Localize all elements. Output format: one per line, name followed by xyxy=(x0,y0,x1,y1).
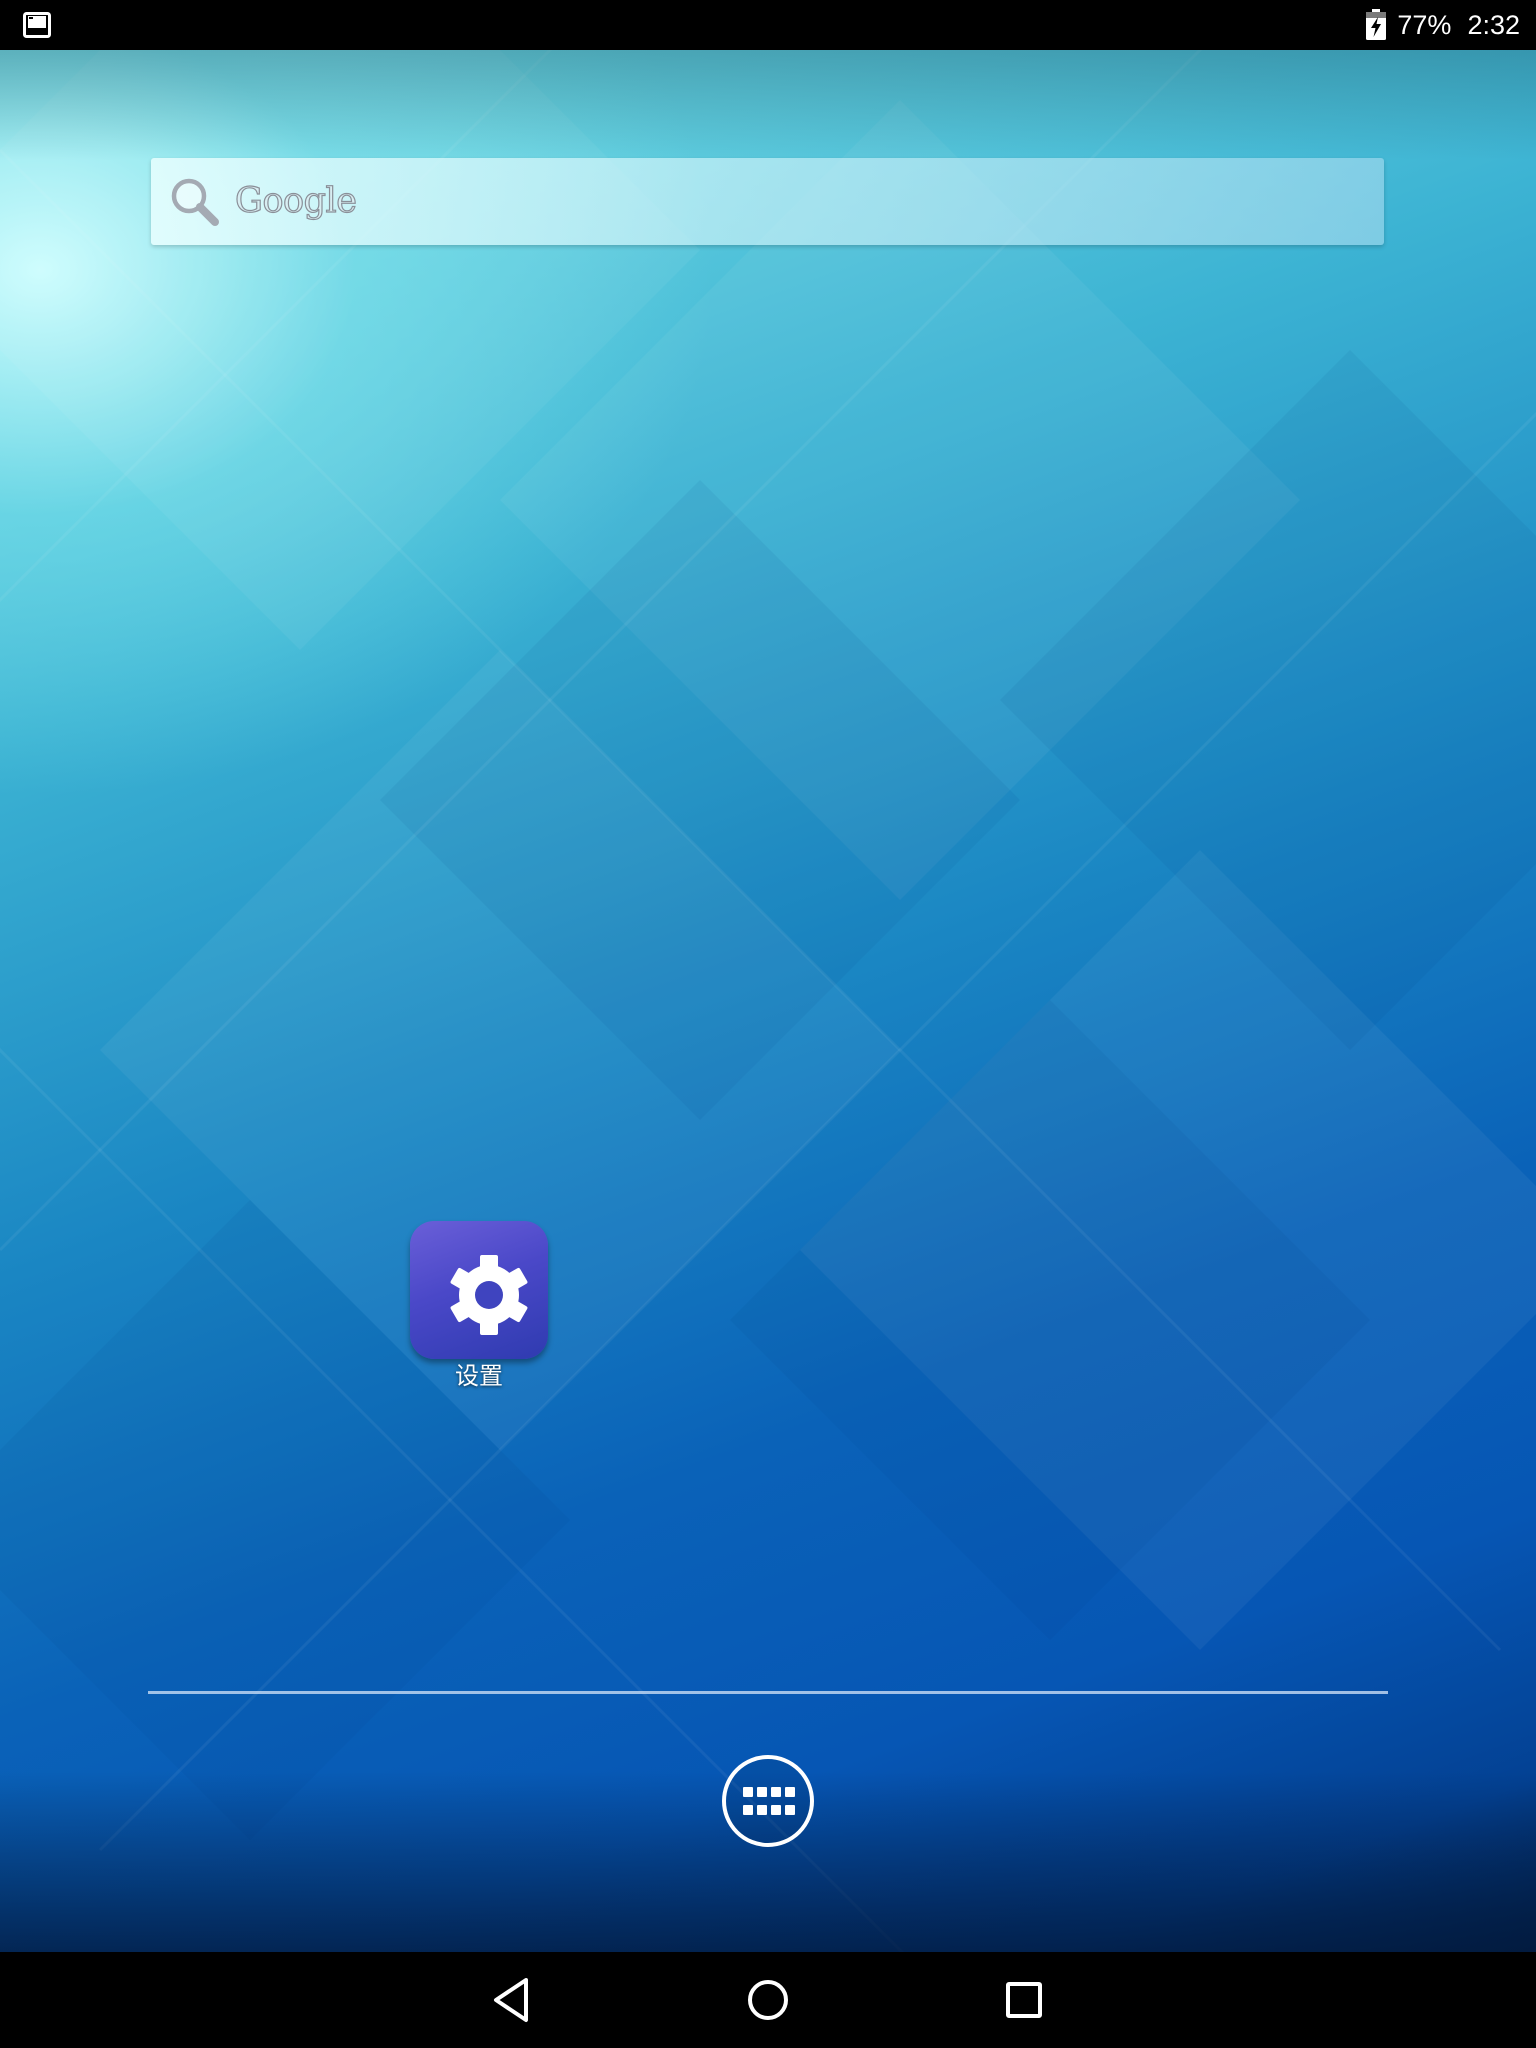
navigation-bar xyxy=(0,1952,1536,2048)
google-search-text: Google xyxy=(234,180,357,221)
status-bar: 77% 2:32 xyxy=(0,0,1536,50)
search-icon xyxy=(171,178,219,226)
back-icon[interactable] xyxy=(484,1972,540,2028)
recents-icon[interactable] xyxy=(996,1972,1052,2028)
status-icons: 77% 2:32 xyxy=(1365,0,1520,50)
gear-icon xyxy=(450,1255,528,1335)
top-shade xyxy=(0,50,1536,160)
google-search-bar[interactable]: Google xyxy=(151,158,1384,245)
clock: 2:32 xyxy=(1467,10,1520,40)
dock-divider xyxy=(148,1691,1388,1694)
screenshot-notification-icon xyxy=(23,12,51,38)
all-apps-icon[interactable] xyxy=(721,1754,815,1848)
home-icon[interactable] xyxy=(740,1972,796,2028)
app-label: 设置 xyxy=(455,1362,503,1390)
android-home-screen: 77% 2:32 Google 设置 xyxy=(0,0,1536,2048)
battery-percent: 77% xyxy=(1397,10,1452,40)
home-workspace[interactable]: Google 设置 xyxy=(0,50,1536,1952)
wallpaper-pattern xyxy=(0,50,1536,1952)
settings-app-tile[interactable] xyxy=(410,1221,548,1359)
battery-charging-icon xyxy=(1366,9,1387,40)
